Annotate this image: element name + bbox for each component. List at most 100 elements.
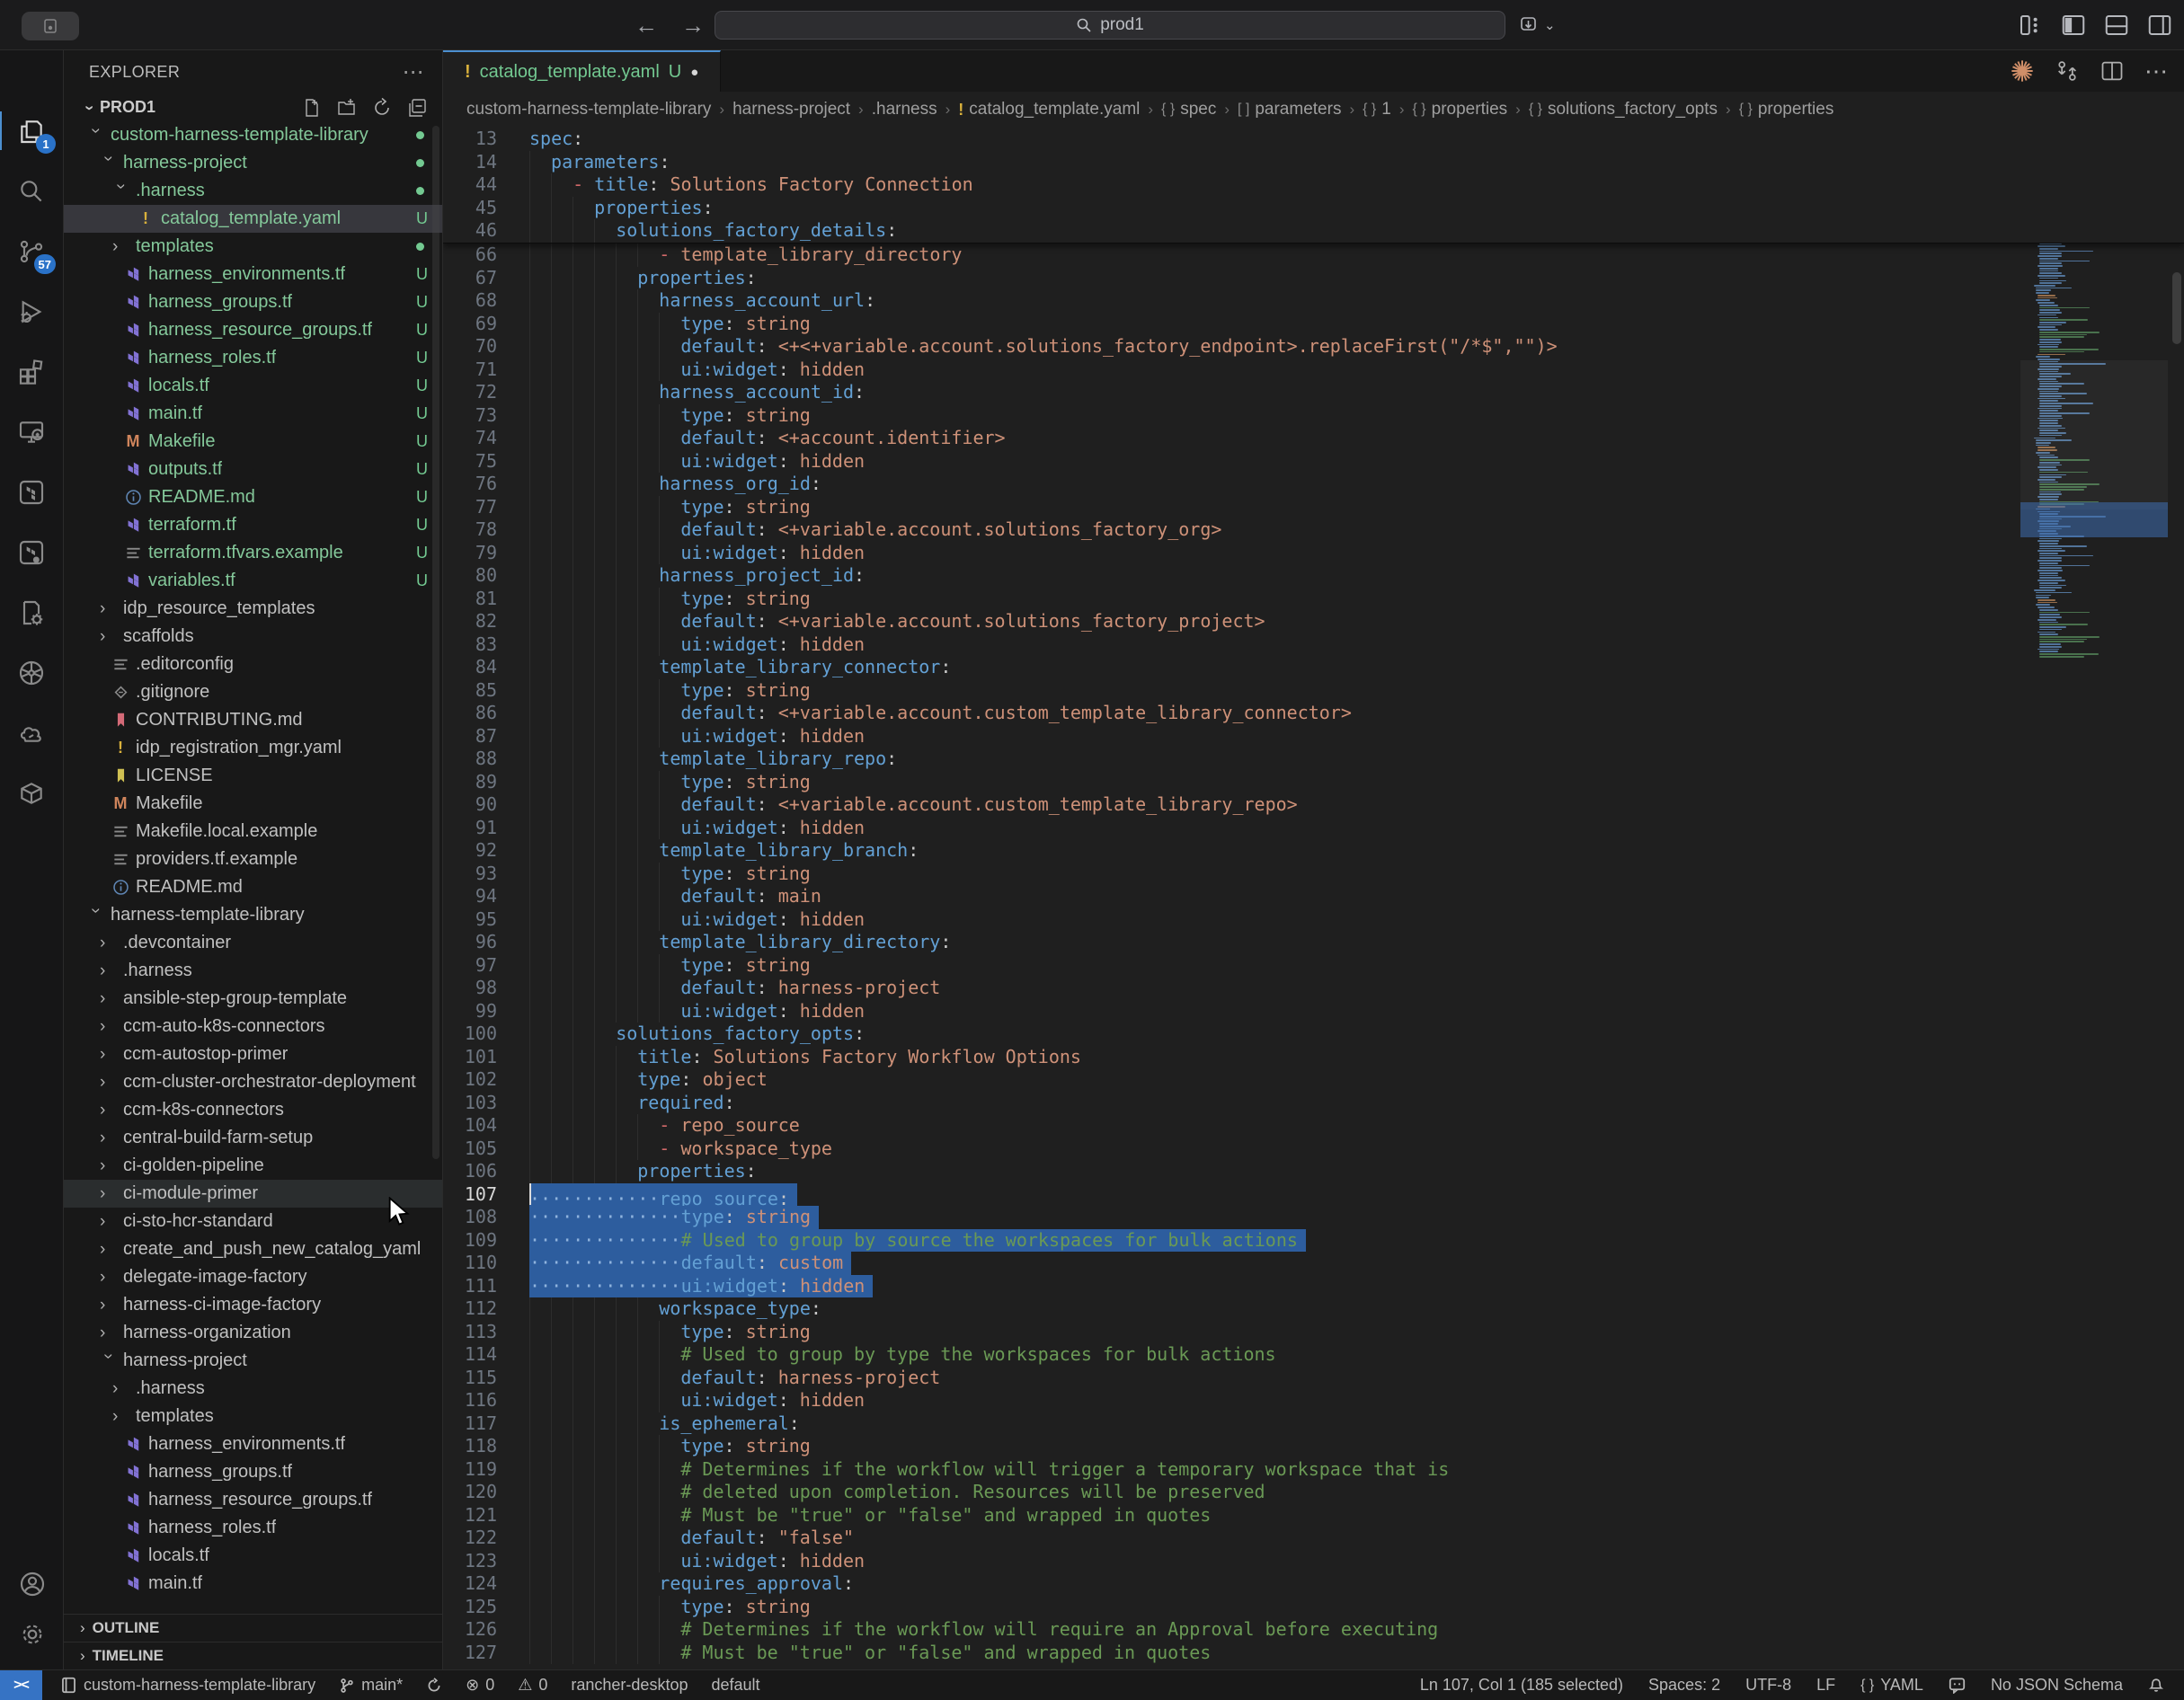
code-line-119[interactable]: 119# Determines if the workflow will tri… <box>443 1458 2184 1482</box>
tree-file-harness-environments-tf[interactable]: harness_environments.tf <box>64 1430 442 1458</box>
code-line-66[interactable]: 66- template_library_directory <box>443 243 2184 267</box>
explorer-more-actions[interactable]: ⋯ <box>403 59 424 85</box>
code-line-75[interactable]: 75ui:widget: hidden <box>443 450 2184 474</box>
copilot-icon[interactable] <box>2010 58 2035 84</box>
tree-folder--harness[interactable]: ›.harness <box>64 957 442 985</box>
tree-file-harness-roles-tf[interactable]: harness_roles.tfU <box>64 344 442 372</box>
activity-ansible-icon[interactable] <box>0 703 63 763</box>
tree-file-harness-groups-tf[interactable]: harness_groups.tf <box>64 1458 442 1486</box>
code-line-44[interactable]: 44- title: Solutions Factory Connection <box>443 173 2184 197</box>
code-line-90[interactable]: 90default: <+variable.account.custom_tem… <box>443 793 2184 817</box>
tree-folder-ci-module-primer[interactable]: ›ci-module-primer <box>64 1180 442 1208</box>
code-line-122[interactable]: 122default: "false" <box>443 1527 2184 1550</box>
code-line-107[interactable]: 107············repo_source: <box>443 1183 2184 1207</box>
minimap[interactable] <box>2020 199 2168 662</box>
code-line-125[interactable]: 125type: string <box>443 1596 2184 1619</box>
forward-button[interactable]: → <box>681 12 705 40</box>
vertical-scrollbar[interactable] <box>2172 272 2181 344</box>
status-right-utf-8[interactable]: UTF-8 <box>1745 1676 1791 1695</box>
code-line-78[interactable]: 78default: <+variable.account.solutions_… <box>443 518 2184 542</box>
project-section-header[interactable]: › PROD1 <box>64 93 442 121</box>
code-line-98[interactable]: 98default: harness-project <box>443 977 2184 1000</box>
status-left-0[interactable]: ⊗0 <box>466 1676 494 1695</box>
tree-folder-templates[interactable]: ›templates <box>64 1403 442 1430</box>
status-right-ln-107-col-1-185-selected[interactable]: Ln 107, Col 1 (185 selected) <box>1420 1676 1623 1695</box>
tree-folder-ccm-autostop-primer[interactable]: ›ccm-autostop-primer <box>64 1040 442 1068</box>
code-line-121[interactable]: 121# Must be "true" or "false" and wrapp… <box>443 1504 2184 1527</box>
code-line-80[interactable]: 80harness_project_id: <box>443 564 2184 588</box>
tree-folder-harness-template-library[interactable]: ›harness-template-library <box>64 901 442 929</box>
activity-terraform-icon[interactable] <box>0 462 63 522</box>
tree-file-readme-md[interactable]: README.md <box>64 873 442 901</box>
status-right-no-json-schema[interactable]: No JSON Schema <box>1991 1676 2123 1695</box>
code-line-99[interactable]: 99ui:widget: hidden <box>443 1000 2184 1023</box>
tree-folder-ansible-step-group-template[interactable]: ›ansible-step-group-template <box>64 985 442 1013</box>
command-center-search[interactable]: prod1 <box>715 11 1505 40</box>
code-line-82[interactable]: 82default: <+variable.account.solutions_… <box>443 610 2184 633</box>
code-line-101[interactable]: 101title: Solutions Factory Workflow Opt… <box>443 1046 2184 1069</box>
activity-container-icon[interactable] <box>0 763 63 823</box>
code-line-13[interactable]: 13spec: <box>443 128 2184 151</box>
code-line-96[interactable]: 96template_library_directory: <box>443 931 2184 954</box>
code-line-118[interactable]: 118type: string <box>443 1435 2184 1458</box>
settings-gear-icon[interactable] <box>18 1604 47 1664</box>
status-right-feedback[interactable] <box>1949 1677 1966 1694</box>
tree-file-terraform-tf[interactable]: terraform.tfU <box>64 511 442 539</box>
tree-file-makefile-local-example[interactable]: Makefile.local.example <box>64 818 442 846</box>
code-line-67[interactable]: 67properties: <box>443 267 2184 290</box>
code-editor[interactable]: 13spec:14parameters:44- title: Solutions… <box>443 128 2184 1669</box>
code-line-70[interactable]: 70default: <+<+variable.account.solution… <box>443 335 2184 359</box>
code-line-86[interactable]: 86default: <+variable.account.custom_tem… <box>443 702 2184 725</box>
remote-indicator[interactable]: >< <box>0 1670 42 1700</box>
code-line-104[interactable]: 104- repo_source <box>443 1114 2184 1138</box>
code-line-93[interactable]: 93type: string <box>443 863 2184 886</box>
tree-file-idp-registration-mgr-yaml[interactable]: !idp_registration_mgr.yaml <box>64 734 442 762</box>
tree-folder--harness[interactable]: ›.harness <box>64 177 442 205</box>
code-line-100[interactable]: 100solutions_factory_opts: <box>443 1023 2184 1046</box>
breadcrumb-item[interactable]: { }properties <box>1413 100 1508 120</box>
code-line-97[interactable]: 97type: string <box>443 954 2184 978</box>
tree-file-harness-resource-groups-tf[interactable]: harness_resource_groups.tfU <box>64 316 442 344</box>
tree-file-harness-environments-tf[interactable]: harness_environments.tfU <box>64 261 442 288</box>
tree-file-terraform-tfvars-example[interactable]: terraform.tfvars.exampleU <box>64 539 442 567</box>
breadcrumb-item[interactable]: harness-project <box>732 100 850 120</box>
toggle-secondary-sidebar-icon[interactable] <box>2146 12 2173 39</box>
tree-folder-delegate-image-factory[interactable]: ›delegate-image-factory <box>64 1263 442 1291</box>
code-line-110[interactable]: 110··············default: custom <box>443 1252 2184 1275</box>
activity-run-debug-icon[interactable] <box>0 281 63 341</box>
tree-folder-custom-harness-template-library[interactable]: ›custom-harness-template-library <box>64 121 442 149</box>
split-editor-icon[interactable] <box>2100 58 2125 84</box>
tree-file-variables-tf[interactable]: variables.tfU <box>64 567 442 595</box>
code-line-120[interactable]: 120# deleted upon completion. Resources … <box>443 1481 2184 1504</box>
tree-folder--harness[interactable]: ›.harness <box>64 1375 442 1403</box>
code-line-68[interactable]: 68harness_account_url: <box>443 289 2184 313</box>
tree-folder-harness-project[interactable]: ›harness-project <box>64 149 442 177</box>
tree-file-locals-tf[interactable]: locals.tfU <box>64 372 442 400</box>
compare-changes-icon[interactable] <box>2055 58 2080 84</box>
tree-file-readme-md[interactable]: README.mdU <box>64 483 442 511</box>
code-line-45[interactable]: 45properties: <box>443 197 2184 220</box>
status-left-sync[interactable] <box>426 1678 442 1694</box>
tree-file-main-tf[interactable]: main.tf <box>64 1570 442 1598</box>
code-line-114[interactable]: 114# Used to group by type the workspace… <box>443 1343 2184 1367</box>
tab-catalog-template-yaml[interactable]: ! catalog_template.yaml U ● <box>443 50 721 92</box>
code-line-106[interactable]: 106properties: <box>443 1160 2184 1183</box>
tree-file-harness-resource-groups-tf[interactable]: harness_resource_groups.tf <box>64 1486 442 1514</box>
status-left-rancher-desktop[interactable]: rancher-desktop <box>571 1676 688 1695</box>
tree-file-providers-tf-example[interactable]: providers.tf.example <box>64 846 442 873</box>
customize-layout-icon[interactable] <box>2017 12 2044 39</box>
code-line-124[interactable]: 124requires_approval: <box>443 1572 2184 1596</box>
code-line-71[interactable]: 71ui:widget: hidden <box>443 359 2184 382</box>
code-line-89[interactable]: 89type: string <box>443 771 2184 794</box>
activity-terraform-cloud-icon[interactable] <box>0 522 63 582</box>
new-file-icon[interactable] <box>301 97 323 119</box>
refresh-icon[interactable] <box>371 97 393 119</box>
code-line-92[interactable]: 92template_library_branch: <box>443 839 2184 863</box>
collapse-all-icon[interactable] <box>406 97 428 119</box>
status-left-default[interactable]: default <box>711 1676 759 1695</box>
tree-file--editorconfig[interactable]: .editorconfig <box>64 651 442 678</box>
code-line-91[interactable]: 91ui:widget: hidden <box>443 817 2184 840</box>
code-line-84[interactable]: 84template_library_connector: <box>443 656 2184 679</box>
activity-remote-explorer-icon[interactable] <box>0 402 63 462</box>
toggle-panel-icon[interactable] <box>2103 12 2130 39</box>
